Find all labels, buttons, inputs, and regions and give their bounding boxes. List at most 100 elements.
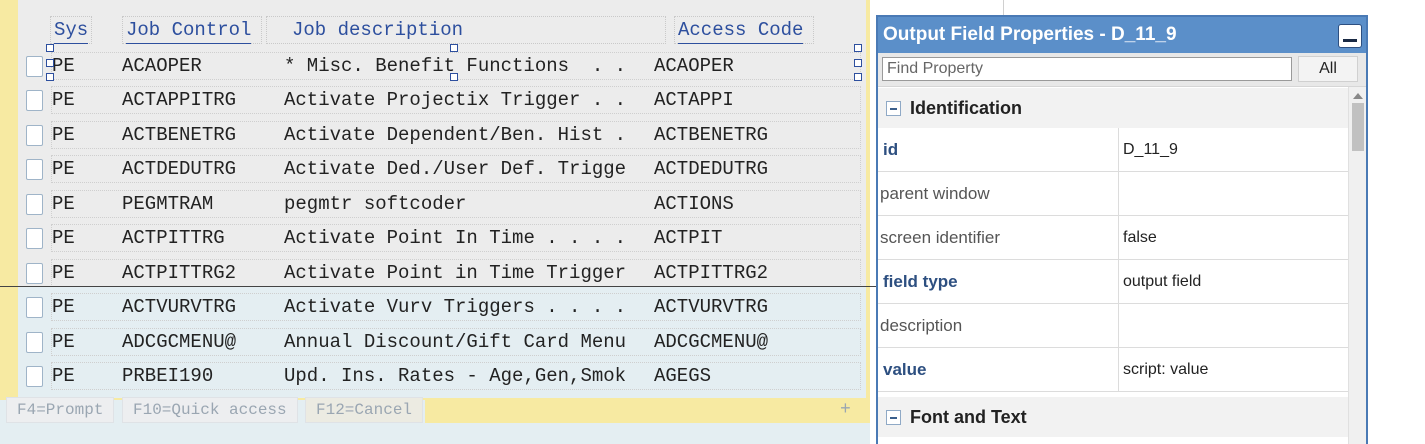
property-value[interactable] (1123, 172, 1345, 216)
property-row-field-type[interactable]: field type output field (878, 260, 1348, 304)
property-row-id[interactable]: id D_11_9 (878, 128, 1348, 172)
cell-sys: PE (52, 227, 75, 249)
table-row[interactable]: PE ACTPITTRG2 Activate Point in Time Tri… (18, 256, 866, 290)
property-value[interactable]: output field (1123, 260, 1345, 304)
cell-sys: PE (52, 365, 75, 387)
row-select-checkbox[interactable] (26, 90, 43, 111)
f12-cancel-button[interactable]: F12=Cancel (305, 397, 424, 423)
property-name: field type (878, 260, 1119, 304)
cell-access-code: ACTDEDUTRG (654, 158, 769, 180)
all-button[interactable]: All (1298, 56, 1358, 82)
cell-sys: PE (52, 193, 75, 215)
row-select-checkbox[interactable] (26, 263, 43, 284)
row-select-checkbox[interactable] (26, 297, 43, 318)
cell-job-description: Activate Projectix Trigger . . (284, 89, 627, 111)
minimize-icon[interactable] (1338, 24, 1362, 48)
table-row[interactable]: PE ACTPITTRG Activate Point In Time . . … (18, 221, 866, 255)
cell-job-control: ACTVURVTRG (122, 296, 237, 318)
property-name: parent window (878, 172, 1119, 216)
cell-job-description: Activate Vurv Triggers . . . . (284, 296, 627, 318)
row-select-checkbox[interactable] (26, 194, 43, 215)
column-header-sys[interactable]: Sys (54, 17, 89, 44)
cell-job-control: ACTAPPITRG (122, 89, 237, 111)
cell-job-description: Activate Point In Time . . . . (284, 227, 627, 249)
property-value[interactable]: false (1123, 216, 1345, 260)
cell-access-code: ACTPITTRG2 (654, 262, 769, 284)
cell-access-code: ACTVURVTRG (654, 296, 769, 318)
property-row-screen-identifier[interactable]: screen identifier false (878, 216, 1348, 260)
table-row[interactable]: PE ACTDEDUTRG Activate Ded./User Def. Tr… (18, 152, 866, 186)
cell-job-description: Activate Ded./User Def. Trigge (284, 158, 627, 180)
table-row[interactable]: PE ACAOPER * Misc. Benefit Functions . .… (18, 49, 866, 83)
cell-job-control: PRBEI190 (122, 365, 214, 387)
cell-access-code: ACTBENETRG (654, 124, 769, 146)
footer-bar (425, 398, 870, 423)
property-value[interactable] (1123, 304, 1345, 348)
table-row[interactable]: PE ACTVURVTRG Activate Vurv Triggers . .… (18, 290, 866, 324)
cell-job-description: Activate Dependent/Ben. Hist . (284, 124, 627, 146)
row-select-checkbox[interactable] (26, 159, 43, 180)
row-select-checkbox[interactable] (26, 332, 43, 353)
selection-handle[interactable] (450, 73, 458, 81)
property-name: value (878, 348, 1119, 392)
cell-sys: PE (52, 331, 75, 353)
cell-job-control: ACTPITTRG2 (122, 262, 237, 284)
scroll-thumb[interactable] (1352, 103, 1364, 151)
find-bar: All (878, 53, 1366, 87)
screen-divider-line (0, 286, 880, 287)
row-select-checkbox[interactable] (26, 366, 43, 387)
section-identification[interactable]: Identification (878, 88, 1348, 128)
cell-sys: PE (52, 262, 75, 284)
property-name: description (878, 304, 1119, 348)
property-row-parent-window[interactable]: parent window (878, 172, 1348, 216)
row-select-checkbox[interactable] (26, 56, 43, 77)
panel-title-text: Output Field Properties - D_11_9 (883, 24, 1177, 45)
properties-panel: Output Field Properties - D_11_9 All Ide… (876, 15, 1368, 444)
selection-handle[interactable] (46, 59, 54, 67)
row-select-checkbox[interactable] (26, 125, 43, 146)
selection-handle[interactable] (46, 44, 54, 52)
cell-sys: PE (52, 55, 75, 77)
cell-sys: PE (52, 89, 75, 111)
panel-scrollbar[interactable] (1348, 87, 1366, 444)
property-row-value[interactable]: value script: value (878, 348, 1348, 392)
table-row[interactable]: PE ADCGCMENU@ Annual Discount/Gift Card … (18, 325, 866, 359)
table-row[interactable]: PE ACTAPPITRG Activate Projectix Trigger… (18, 83, 866, 117)
property-value[interactable]: script: value (1123, 348, 1345, 392)
section-label: Identification (910, 98, 1022, 118)
emulator-screen: Sys Job Control Job description Access C… (0, 0, 1005, 444)
cell-sys: PE (52, 158, 75, 180)
cell-access-code: ACTPIT (654, 227, 723, 249)
property-name: screen identifier (878, 216, 1119, 260)
selection-handle[interactable] (854, 59, 862, 67)
collapse-icon[interactable] (886, 410, 901, 425)
property-value[interactable]: D_11_9 (1123, 128, 1345, 172)
table-row[interactable]: PE PRBEI190 Upd. Ins. Rates - Age,Gen,Sm… (18, 359, 866, 393)
column-header-job-description[interactable]: Job description (292, 17, 463, 44)
column-header-access-code[interactable]: Access Code (678, 17, 804, 44)
column-header-job-control[interactable]: Job Control (126, 17, 252, 44)
selection-handle[interactable] (46, 73, 54, 81)
f4-prompt-button[interactable]: F4=Prompt (6, 397, 115, 423)
find-property-input[interactable] (882, 57, 1292, 81)
cell-job-description: pegmtr softcoder (284, 193, 467, 215)
cell-job-description: Upd. Ins. Rates - Age,Gen,Smok (284, 365, 627, 387)
cell-access-code: ACTIONS (654, 193, 734, 215)
f10-quick-access-button[interactable]: F10=Quick access (122, 397, 298, 423)
table-row[interactable]: PE PEGMTRAM pegmtr softcoder ACTIONS (18, 187, 866, 221)
more-keys-plus-icon[interactable]: + (840, 400, 851, 420)
scroll-up-icon[interactable] (1353, 93, 1363, 99)
selection-handle[interactable] (450, 44, 458, 52)
cell-access-code: ACAOPER (654, 55, 734, 77)
selection-handle[interactable] (854, 73, 862, 81)
row-select-checkbox[interactable] (26, 228, 43, 249)
selection-handle[interactable] (854, 44, 862, 52)
table-row[interactable]: PE ACTBENETRG Activate Dependent/Ben. Hi… (18, 118, 866, 152)
cell-sys: PE (52, 296, 75, 318)
cell-job-control: ACTDEDUTRG (122, 158, 237, 180)
panel-title: Output Field Properties - D_11_9 (878, 17, 1366, 53)
collapse-icon[interactable] (886, 101, 901, 116)
cell-job-description: Activate Point in Time Trigger (284, 262, 627, 284)
section-font-and-text[interactable]: Font and Text (878, 397, 1348, 437)
property-row-description[interactable]: description (878, 304, 1348, 348)
